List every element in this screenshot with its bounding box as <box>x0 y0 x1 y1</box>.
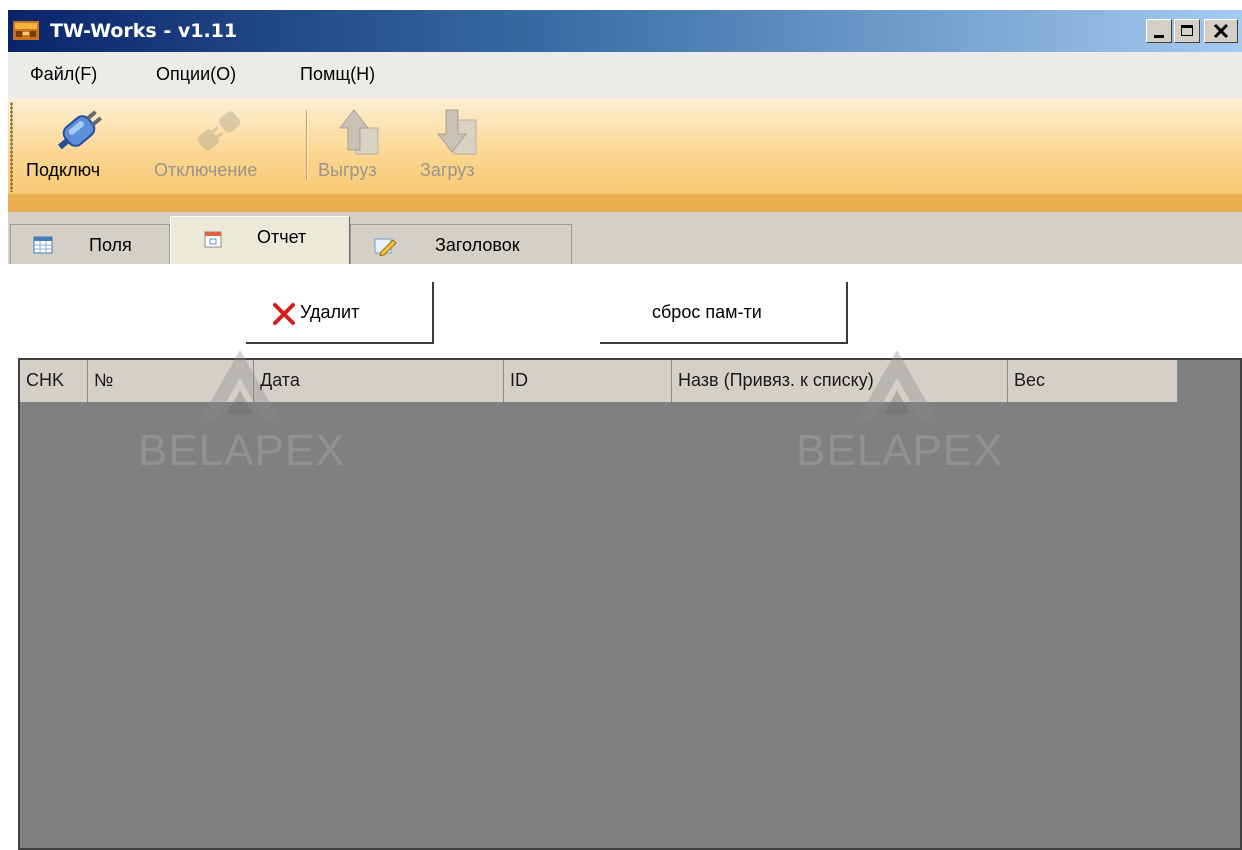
tab-header-label: Заголовок <box>435 235 520 255</box>
toolbar-separator <box>306 110 308 180</box>
upload-button[interactable]: Выгруз <box>314 98 404 194</box>
connect-button[interactable]: Подключ <box>22 98 132 194</box>
tab-header[interactable]: Заголовок <box>350 224 572 264</box>
menu-options[interactable]: Опции(O) <box>156 64 236 85</box>
delete-x-icon <box>273 303 295 325</box>
menu-help[interactable]: Помщ(H) <box>300 64 375 85</box>
close-icon <box>1213 23 1229 39</box>
tab-fields[interactable]: Поля <box>10 224 170 264</box>
table-icon <box>33 236 53 254</box>
close-button[interactable] <box>1204 19 1238 43</box>
connect-label: Подключ <box>26 160 101 180</box>
toolbar: Подключ Отключение Выгруз Загруз <box>8 98 1242 206</box>
column-header-date[interactable]: Дата <box>254 360 504 402</box>
maximize-icon <box>1181 25 1193 36</box>
upload-label: Выгруз <box>318 160 377 180</box>
toolbar-bottom-strip <box>8 194 1242 212</box>
window-title: TW-Works - v1.11 <box>50 20 238 42</box>
tab-strip: Поля Отчет Заголовок <box>8 212 1242 266</box>
grid-header: CHK № Дата ID Назв (Привяз. к списку) Ве… <box>20 360 1178 402</box>
delete-button-label: Удалит <box>300 302 360 322</box>
tab-report-label: Отчет <box>257 227 307 247</box>
delete-button[interactable]: Удалит <box>246 282 434 344</box>
menu-bar: Файл(F) Опции(O) Помщ(H) <box>8 52 1242 98</box>
maximize-button[interactable] <box>1174 19 1200 43</box>
tab-report[interactable]: Отчет <box>170 216 350 266</box>
minimize-button[interactable] <box>1146 19 1172 43</box>
watermark-logo-left <box>199 350 281 422</box>
minimize-icon <box>1154 35 1164 38</box>
plug-connect-icon <box>57 110 103 150</box>
disconnect-button[interactable]: Отключение <box>146 98 296 194</box>
download-arrow-icon <box>436 109 477 155</box>
download-label: Загруз <box>420 160 475 180</box>
watermark-text-right: BELAPEX <box>796 426 1004 475</box>
edit-icon <box>374 238 397 256</box>
reset-memory-button-label: сброс пам-ти <box>652 302 762 322</box>
column-header-weight[interactable]: Вес <box>1008 360 1178 402</box>
menu-file[interactable]: Файл(F) <box>30 64 97 85</box>
upload-arrow-icon <box>338 109 379 155</box>
column-header-id[interactable]: ID <box>504 360 672 402</box>
disconnect-label: Отключение <box>154 160 258 180</box>
toolbar-grip[interactable] <box>10 102 13 192</box>
download-button[interactable]: Загруз <box>414 98 504 194</box>
report-panel: Удалит сброс пам-ти CHK № Дата ID Назв (… <box>8 264 1242 850</box>
tab-fields-label: Поля <box>89 235 132 255</box>
calendar-icon <box>204 231 222 248</box>
title-bar[interactable]: TW-Works - v1.11 <box>8 10 1242 52</box>
plug-disconnect-icon <box>197 111 241 151</box>
column-header-chk[interactable]: CHK <box>20 360 88 402</box>
watermark-logo-right <box>856 350 938 422</box>
reset-memory-button[interactable]: сброс пам-ти <box>600 282 848 344</box>
watermark-text-left: BELAPEX <box>138 426 346 475</box>
column-header-name[interactable]: Назв (Привяз. к списку) <box>672 360 1008 402</box>
app-icon <box>13 21 39 40</box>
